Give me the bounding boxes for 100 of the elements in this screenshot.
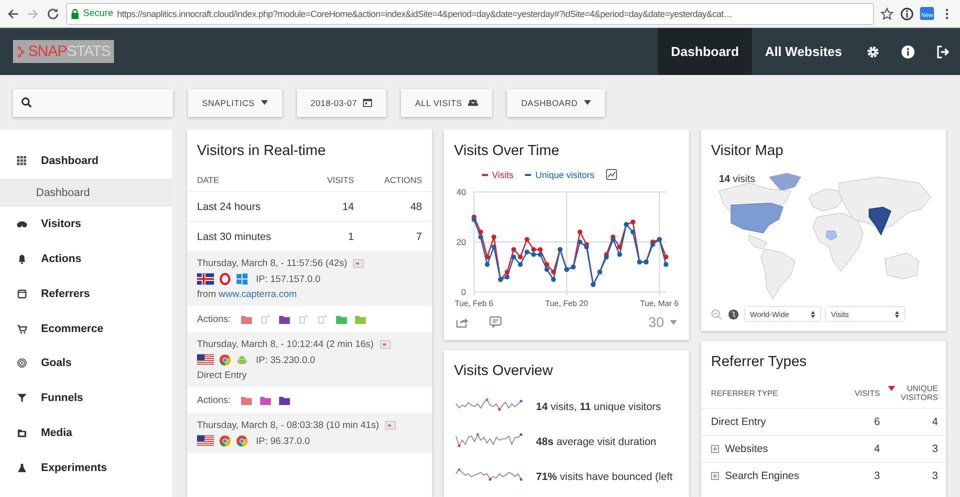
table-cell-text: 4 xyxy=(873,443,880,455)
sidebar-item[interactable]: Media xyxy=(0,416,172,450)
reload-icon[interactable] xyxy=(46,6,60,20)
settings-icon[interactable] xyxy=(866,44,880,58)
folder-icon[interactable] xyxy=(278,396,290,404)
globe-icon[interactable] xyxy=(728,308,739,320)
referrer-text: from www.capterra.com xyxy=(197,289,298,300)
zoom-out-icon[interactable] xyxy=(711,308,722,320)
share-icon[interactable] xyxy=(456,316,469,328)
referrer-text: Direct Entry xyxy=(197,370,248,381)
forward-icon[interactable] xyxy=(26,6,40,20)
table-cell-text: 6 xyxy=(873,416,880,428)
column-header[interactable]: REFERRER TYPE xyxy=(711,388,778,398)
card-title: Visits Overview xyxy=(453,362,554,381)
comment-icon[interactable] xyxy=(489,316,502,328)
logout-icon[interactable] xyxy=(936,44,950,58)
calendar-icon xyxy=(363,98,372,107)
url-text: https://snaplitics.innocraft.cloud/index.php?module=CoreHome&action=index&idSite=4&period=day&date=yesterday#?idSite=4&period=day&date=yesterday&cat… xyxy=(117,8,732,18)
flag-icon xyxy=(197,435,214,447)
expand-icon[interactable] xyxy=(711,445,719,453)
visit-time: Thursday, March 8, - 10:12:44 (2 min 16s) xyxy=(197,339,374,350)
legend-item[interactable]: Visits xyxy=(482,170,514,180)
star-icon[interactable] xyxy=(880,6,894,20)
axis-label: 0 xyxy=(461,287,466,297)
info-icon[interactable] xyxy=(900,6,914,20)
caret-icon xyxy=(260,100,268,105)
flask-icon xyxy=(17,462,27,473)
data-point xyxy=(617,244,622,250)
selector-button[interactable]: 2018-03-07 xyxy=(296,88,386,116)
table-cell-text: 48 xyxy=(409,200,422,212)
sidebar-item[interactable]: Funnels xyxy=(0,380,172,416)
data-point xyxy=(551,277,556,282)
sidebar-item[interactable]: Ecommerce xyxy=(0,311,172,346)
axis-label: Tue, Feb 6 xyxy=(454,299,494,308)
data-point xyxy=(518,262,523,267)
browser-icon xyxy=(236,435,248,447)
chart-type-icon[interactable] xyxy=(606,169,618,180)
table-cell-text: 3 xyxy=(873,470,880,482)
profile-icon[interactable] xyxy=(385,421,396,430)
lock-icon xyxy=(71,8,79,18)
card-title: Visits Over Time xyxy=(453,142,560,161)
selector-button[interactable]: ALL VISITS xyxy=(401,88,492,116)
info-icon[interactable] xyxy=(900,44,914,58)
data-point xyxy=(524,237,530,242)
actions-label: Actions: xyxy=(197,314,231,324)
data-point xyxy=(511,247,516,252)
caret-icon[interactable] xyxy=(670,320,677,324)
column-header[interactable]: UNIQUE VISITORS xyxy=(898,384,938,402)
column-header: VISITS xyxy=(326,175,354,185)
binoculars-icon xyxy=(17,219,27,230)
page-icon[interactable] xyxy=(260,314,271,324)
back-icon[interactable] xyxy=(6,6,20,20)
referrer-link[interactable]: www.capterra.com xyxy=(218,289,297,300)
sidebar-item[interactable]: Actions xyxy=(0,242,172,276)
search-field[interactable] xyxy=(13,88,173,116)
address-bar[interactable]: Secure https://snaplitics.innocraft.cloud/index.php?module=CoreHome&action=index&idSite=4&period=day&date=yesterday#?idSite=4&period=day&date=yesterday&cat… xyxy=(66,2,874,24)
expand-icon[interactable] xyxy=(711,472,719,480)
table-cell: Search Engines xyxy=(725,470,800,482)
visit-time: Thursday, March 8, - 11:57:56 (42s) xyxy=(197,258,348,269)
nav-tab[interactable]: Dashboard xyxy=(658,28,752,75)
data-point xyxy=(484,262,490,267)
window-icon xyxy=(17,288,27,299)
data-point xyxy=(617,252,622,257)
ip-address: IP: 157.157.0.0 xyxy=(256,274,320,284)
visit-time: Thursday, March 8, - 08:03:38 (10 min 41s) xyxy=(197,420,379,431)
selector-button[interactable]: DASHBOARD xyxy=(507,88,605,116)
page-icon[interactable] xyxy=(298,314,309,324)
column-header[interactable]: VISITS xyxy=(854,388,880,398)
sidebar-subitem[interactable]: Dashboard xyxy=(0,178,172,207)
table-cell-text: Last 24 hours xyxy=(197,200,262,212)
table-cell-text: 14 xyxy=(341,200,354,212)
data-point xyxy=(484,254,490,260)
selector-button[interactable]: SNAPLITICS xyxy=(188,88,282,116)
profile-icon[interactable] xyxy=(380,340,391,349)
card-title: Visitor Map xyxy=(710,142,784,161)
windows-icon xyxy=(236,273,248,285)
folder-icon[interactable] xyxy=(260,396,271,404)
data-point xyxy=(491,244,496,250)
table-cell-text: 3 xyxy=(931,470,938,482)
map-tooltip-text: 14 visits xyxy=(719,174,756,185)
column-header: ACTIONS xyxy=(383,175,422,185)
sidebar-item[interactable]: Visitors xyxy=(0,206,172,242)
android-icon xyxy=(236,354,248,366)
sidebar-item[interactable]: Dashboard xyxy=(0,144,172,179)
folder-icon xyxy=(17,428,27,438)
folder-icon[interactable] xyxy=(278,314,290,324)
browser-icon xyxy=(219,354,231,366)
data-point xyxy=(578,230,582,234)
sidebar-item[interactable]: Experiments xyxy=(0,450,172,486)
cart-icon xyxy=(17,324,27,334)
card-title: Visitors in Real-time xyxy=(196,142,327,161)
nav-tab[interactable]: All Websites xyxy=(752,28,855,75)
legend-item[interactable]: Unique visitors xyxy=(525,170,594,180)
sidebar-item[interactable]: Goals xyxy=(0,346,172,381)
sidebar-item[interactable]: Referrers xyxy=(0,276,172,312)
profile-icon[interactable] xyxy=(353,259,364,268)
data-point xyxy=(578,240,582,244)
nodes-icon xyxy=(17,46,25,58)
page-icon[interactable] xyxy=(316,314,328,324)
table-cell: Websites xyxy=(725,443,768,455)
